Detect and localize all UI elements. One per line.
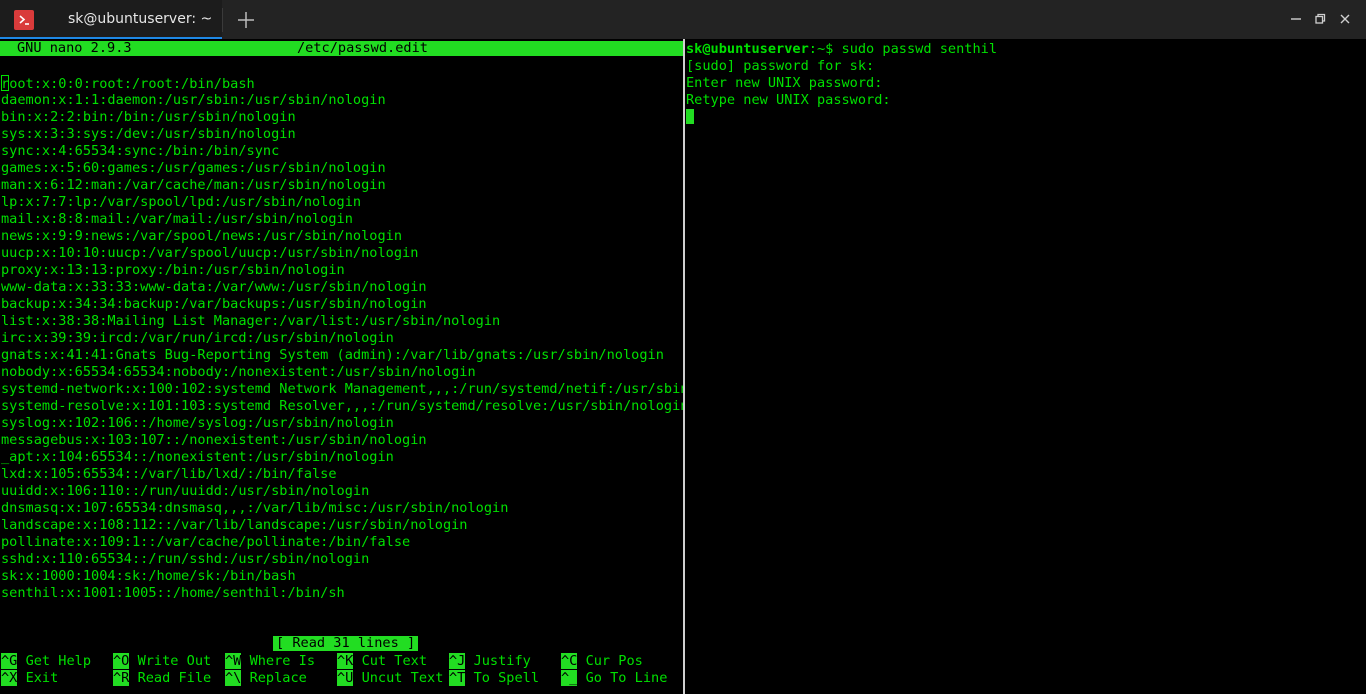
- shell-pane[interactable]: sk@ubuntuserver:~$ sudo passwd senthil […: [685, 39, 1366, 694]
- terminal-titlebar: sk@ubuntuserver: ~: [0, 0, 1366, 39]
- nano-shortcut: ^\ Replace: [225, 670, 307, 687]
- tab-separator: [222, 8, 223, 32]
- nano-line: mail:x:8:8:mail:/var/mail:/usr/sbin/nolo…: [1, 211, 353, 228]
- shortcut-label: Where Is: [250, 653, 315, 669]
- nano-line-text: oot:x:0:0:root:/root:/bin/bash: [9, 76, 255, 92]
- shortcut-key: ^W: [225, 653, 241, 669]
- tab-title: sk@ubuntuserver: ~: [68, 11, 212, 27]
- nano-line: sshd:x:110:65534::/run/sshd:/usr/sbin/no…: [1, 551, 369, 568]
- terminal-tab[interactable]: sk@ubuntuserver: ~: [0, 0, 222, 39]
- nano-line: irc:x:39:39:ircd:/var/run/ircd:/usr/sbin…: [1, 330, 394, 347]
- shell-prompt-line: sk@ubuntuserver:~$ sudo passwd senthil: [686, 41, 997, 58]
- shortcut-key: ^T: [449, 670, 465, 686]
- shell-command: $ sudo passwd senthil: [825, 41, 997, 57]
- nano-line: backup:x:34:34:backup:/var/backups:/usr/…: [1, 296, 427, 313]
- nano-line: www-data:x:33:33:www-data:/var/www:/usr/…: [1, 279, 427, 296]
- minimize-button[interactable]: [1287, 10, 1305, 28]
- shortcut-key: ^C: [561, 653, 577, 669]
- prompt-path: :~: [809, 41, 825, 57]
- nano-line: list:x:38:38:Mailing List Manager:/var/l…: [1, 313, 500, 330]
- nano-line: syslog:x:102:106::/home/syslog:/usr/sbin…: [1, 415, 394, 432]
- nano-shortcut: ^W Where Is: [225, 653, 315, 670]
- close-icon: [1336, 10, 1354, 28]
- nano-version: GNU nano 2.9.3: [17, 41, 132, 56]
- nano-shortcut: ^T To Spell: [449, 670, 539, 687]
- shortcut-label: To Spell: [474, 670, 539, 686]
- shortcut-key: ^G: [1, 653, 17, 669]
- shortcut-label: Go To Line: [586, 670, 668, 686]
- shortcut-key: ^O: [113, 653, 129, 669]
- new-tab-button[interactable]: [235, 9, 257, 31]
- nano-line: pollinate:x:109:1::/var/cache/pollinate:…: [1, 534, 410, 551]
- shortcut-label: Justify: [474, 653, 531, 669]
- shortcut-key: ^J: [449, 653, 465, 669]
- nano-shortcut: ^C Cur Pos: [561, 653, 643, 670]
- nano-shortcut: ^_ Go To Line: [561, 670, 667, 687]
- nano-line: root:x:0:0:root:/root:/bin/bash: [1, 75, 255, 92]
- nano-line: landscape:x:108:112::/var/lib/landscape:…: [1, 517, 468, 534]
- nano-line: senthil:x:1001:1005::/home/senthil:/bin/…: [1, 585, 345, 602]
- plus-icon: [235, 9, 257, 31]
- close-button[interactable]: [1336, 10, 1354, 28]
- nano-line: uuidd:x:106:110::/run/uuidd:/usr/sbin/no…: [1, 483, 369, 500]
- shortcut-label: Exit: [26, 670, 59, 686]
- nano-line: systemd-resolve:x:101:103:systemd Resolv…: [1, 398, 688, 415]
- nano-line: sync:x:4:65534:sync:/bin:/bin/sync: [1, 143, 279, 160]
- shortcut-label: Cur Pos: [586, 653, 643, 669]
- nano-line: news:x:9:9:news:/var/spool/news:/usr/sbi…: [1, 228, 402, 245]
- nano-header: GNU nano 2.9.3 /etc/passwd.edit: [0, 41, 683, 56]
- nano-shortcut: ^U Uncut Text: [337, 670, 443, 687]
- shortcut-label: Write Out: [138, 653, 212, 669]
- nano-first-char: r: [1, 76, 9, 92]
- nano-line: nobody:x:65534:65534:nobody:/nonexistent…: [1, 364, 476, 381]
- terminal-icon: [14, 10, 34, 30]
- nano-line: lxd:x:105:65534::/var/lib/lxd/:/bin/fals…: [1, 466, 337, 483]
- shell-cursor: [686, 109, 694, 124]
- nano-shortcut: ^R Read File: [113, 670, 211, 687]
- shortcut-label: Cut Text: [362, 653, 427, 669]
- shortcut-label: Replace: [250, 670, 307, 686]
- nano-shortcut: ^G Get Help: [1, 653, 91, 670]
- shortcut-key: ^U: [337, 670, 353, 686]
- shortcut-key: ^X: [1, 670, 17, 686]
- nano-line: systemd-network:x:100:102:systemd Networ…: [1, 381, 697, 398]
- shell-output-line: Enter new UNIX password:: [686, 75, 882, 92]
- shortcut-label: Uncut Text: [362, 670, 444, 686]
- restore-button[interactable]: [1311, 10, 1329, 28]
- nano-line: dnsmasq:x:107:65534:dnsmasq,,,:/var/lib/…: [1, 500, 508, 517]
- prompt-user-host: sk@ubuntuserver: [686, 41, 809, 57]
- nano-shortcut: ^K Cut Text: [337, 653, 427, 670]
- nano-line: messagebus:x:103:107::/nonexistent:/usr/…: [1, 432, 427, 449]
- nano-line: sys:x:3:3:sys:/dev:/usr/sbin/nologin: [1, 126, 296, 143]
- nano-line: man:x:6:12:man:/var/cache/man:/usr/sbin/…: [1, 177, 386, 194]
- nano-line: gnats:x:41:41:Gnats Bug-Reporting System…: [1, 347, 664, 364]
- shell-output-line: Retype new UNIX password:: [686, 92, 891, 109]
- nano-shortcut: ^X Exit: [1, 670, 58, 687]
- shortcut-key: ^K: [337, 653, 353, 669]
- shortcut-key: ^R: [113, 670, 129, 686]
- minimize-icon: [1287, 10, 1305, 28]
- nano-line: proxy:x:13:13:proxy:/bin:/usr/sbin/nolog…: [1, 262, 345, 279]
- nano-editor-pane[interactable]: GNU nano 2.9.3 /etc/passwd.edit root:x:0…: [0, 39, 683, 694]
- nano-line: _apt:x:104:65534::/nonexistent:/usr/sbin…: [1, 449, 394, 466]
- nano-shortcut: ^J Justify: [449, 653, 531, 670]
- shortcut-key: ^\: [225, 670, 241, 686]
- shortcut-key: ^_: [561, 670, 577, 686]
- shell-output-line: [sudo] password for sk:: [686, 58, 874, 75]
- shortcut-label: Read File: [138, 670, 212, 686]
- nano-line: lp:x:7:7:lp:/var/spool/lpd:/usr/sbin/nol…: [1, 194, 361, 211]
- nano-line: daemon:x:1:1:daemon:/usr/sbin:/usr/sbin/…: [1, 92, 386, 109]
- nano-filename: /etc/passwd.edit: [297, 41, 428, 56]
- nano-line: bin:x:2:2:bin:/bin:/usr/sbin/nologin: [1, 109, 296, 126]
- nano-status: [ Read 31 lines ]: [273, 636, 418, 651]
- shortcut-label: Get Help: [26, 653, 91, 669]
- nano-line: games:x:5:60:games:/usr/games:/usr/sbin/…: [1, 160, 386, 177]
- restore-icon: [1311, 10, 1329, 28]
- nano-line: sk:x:1000:1004:sk:/home/sk:/bin/bash: [1, 568, 296, 585]
- nano-line: uucp:x:10:10:uucp:/var/spool/uucp:/usr/s…: [1, 245, 418, 262]
- nano-shortcut: ^O Write Out: [113, 653, 211, 670]
